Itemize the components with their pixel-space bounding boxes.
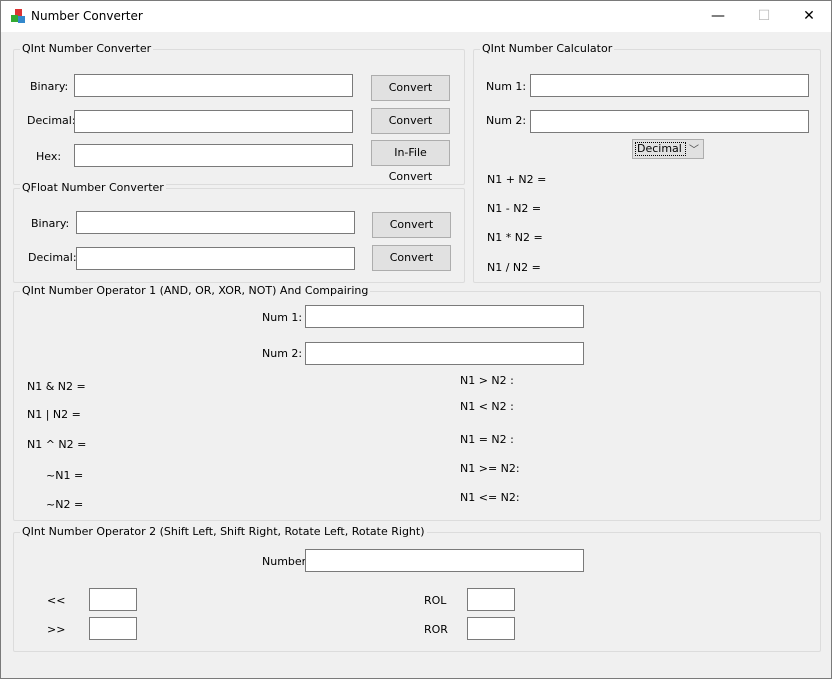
qint-decimal-input[interactable]	[74, 110, 353, 133]
qint-hex-input[interactable]	[74, 144, 353, 167]
binary-label: Binary:	[30, 80, 69, 93]
calc-num2-input[interactable]	[530, 110, 809, 133]
difference-result: N1 - N2 =	[487, 202, 542, 215]
num2-label: Num 2:	[486, 114, 527, 127]
not-n1-result: ~N1 =	[46, 469, 84, 482]
and-result: N1 & N2 =	[27, 380, 86, 393]
main-window: Number Converter — ☐ ✕ QInt Number Conve…	[0, 0, 832, 679]
shift-right-label: >>	[47, 623, 66, 636]
close-button[interactable]: ✕	[786, 1, 832, 32]
group-title: QInt Number Converter	[20, 42, 154, 55]
shift-right-input[interactable]	[89, 617, 137, 640]
qint-binary-convert-button[interactable]: Convert	[371, 75, 450, 101]
group-title: QInt Number Calculator	[480, 42, 615, 55]
rotate-left-label: ROL	[424, 594, 447, 607]
num1-label: Num 1:	[262, 311, 303, 324]
group-title: QFloat Number Converter	[20, 181, 166, 194]
in-file-convert-button[interactable]: In-File Convert	[371, 140, 450, 183]
hex-label: Hex:	[36, 150, 62, 163]
num1-label: Num 1:	[486, 80, 527, 93]
greater-equal-result: N1 >= N2:	[460, 462, 520, 475]
group-title: QInt Number Operator 2 (Shift Left, Shif…	[20, 525, 427, 538]
calc-num1-input[interactable]	[530, 74, 809, 97]
rotate-left-input[interactable]	[467, 588, 515, 611]
or-result: N1 | N2 =	[27, 408, 81, 421]
app-icon	[11, 9, 25, 23]
greater-result: N1 > N2 :	[460, 374, 514, 387]
window-title: Number Converter	[31, 9, 143, 23]
shift-left-label: <<	[47, 594, 66, 607]
equal-result: N1 = N2 :	[460, 433, 514, 446]
op2-number-input[interactable]	[305, 549, 584, 572]
base-select[interactable]: Decimal ﹀	[632, 139, 704, 159]
qfloat-decimal-input[interactable]	[76, 247, 355, 270]
number-label: Number:	[262, 555, 310, 568]
qfloat-binary-input[interactable]	[76, 211, 355, 234]
num2-label: Num 2:	[262, 347, 303, 360]
group-title: QInt Number Operator 1 (AND, OR, XOR, NO…	[20, 284, 371, 297]
decimal-label: Decimal:	[27, 114, 76, 127]
base-select-value: Decimal	[635, 142, 686, 156]
decimal-label: Decimal:	[28, 251, 77, 264]
chevron-down-icon: ﹀	[689, 145, 699, 156]
less-result: N1 < N2 :	[460, 400, 514, 413]
maximize-button[interactable]: ☐	[741, 1, 787, 32]
product-result: N1 * N2 =	[487, 231, 543, 244]
quotient-result: N1 / N2 =	[487, 261, 541, 274]
qfloat-binary-convert-button[interactable]: Convert	[372, 212, 451, 238]
op1-num1-input[interactable]	[305, 305, 584, 328]
sum-result: N1 + N2 =	[487, 173, 547, 186]
binary-label: Binary:	[31, 217, 70, 230]
less-equal-result: N1 <= N2:	[460, 491, 520, 504]
xor-result: N1 ^ N2 =	[27, 438, 87, 451]
qint-binary-input[interactable]	[74, 74, 353, 97]
qfloat-decimal-convert-button[interactable]: Convert	[372, 245, 451, 271]
rotate-right-label: ROR	[424, 623, 448, 636]
op1-num2-input[interactable]	[305, 342, 584, 365]
minimize-button[interactable]: —	[695, 1, 741, 32]
shift-left-input[interactable]	[89, 588, 137, 611]
title-bar: Number Converter — ☐ ✕	[1, 1, 831, 32]
qint-decimal-convert-button[interactable]: Convert	[371, 108, 450, 134]
rotate-right-input[interactable]	[467, 617, 515, 640]
not-n2-result: ~N2 =	[46, 498, 84, 511]
